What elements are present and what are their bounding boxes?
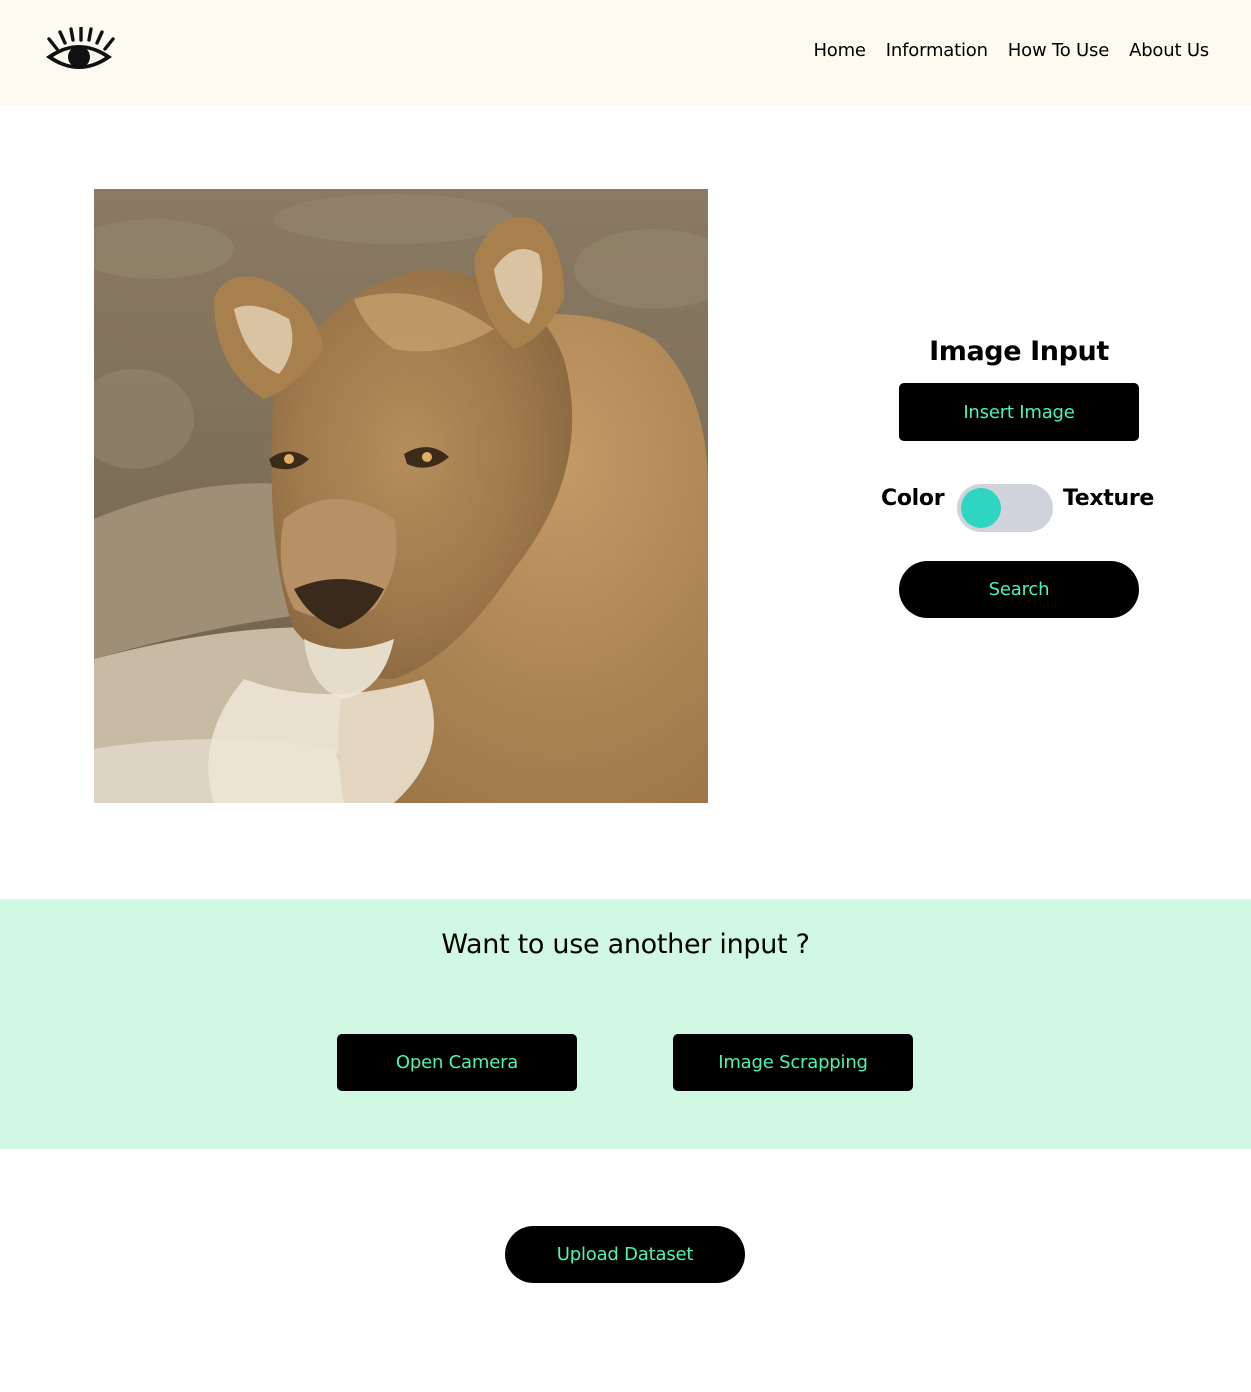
image-preview xyxy=(94,189,708,803)
search-button[interactable]: Search xyxy=(899,561,1139,618)
image-input-title: Image Input xyxy=(929,336,1109,367)
image-scrapping-button[interactable]: Image Scrapping xyxy=(673,1034,913,1091)
upload-dataset-button[interactable]: Upload Dataset xyxy=(505,1226,745,1283)
color-label: Color xyxy=(881,486,945,511)
mode-switch[interactable] xyxy=(957,484,1053,532)
open-camera-button[interactable]: Open Camera xyxy=(337,1034,577,1091)
navbar: Home Information How To Use About Us xyxy=(0,0,1251,105)
nav-how-to-use[interactable]: How To Use xyxy=(1008,40,1109,61)
texture-label: Texture xyxy=(1063,486,1155,511)
switch-knob xyxy=(961,488,1001,528)
alternative-input-title: Want to use another input ? xyxy=(441,929,810,960)
eye-icon[interactable] xyxy=(43,26,115,77)
nav-links: Home Information How To Use About Us xyxy=(813,40,1209,61)
nav-about-us[interactable]: About Us xyxy=(1129,40,1209,61)
lioness-photo xyxy=(94,189,708,803)
nav-home[interactable]: Home xyxy=(813,40,866,61)
nav-information[interactable]: Information xyxy=(886,40,988,61)
alternative-input-section: Want to use another input ? Open Camera … xyxy=(0,899,1251,1149)
insert-image-button[interactable]: Insert Image xyxy=(899,383,1139,441)
color-texture-toggle: Color Texture xyxy=(870,483,1168,533)
